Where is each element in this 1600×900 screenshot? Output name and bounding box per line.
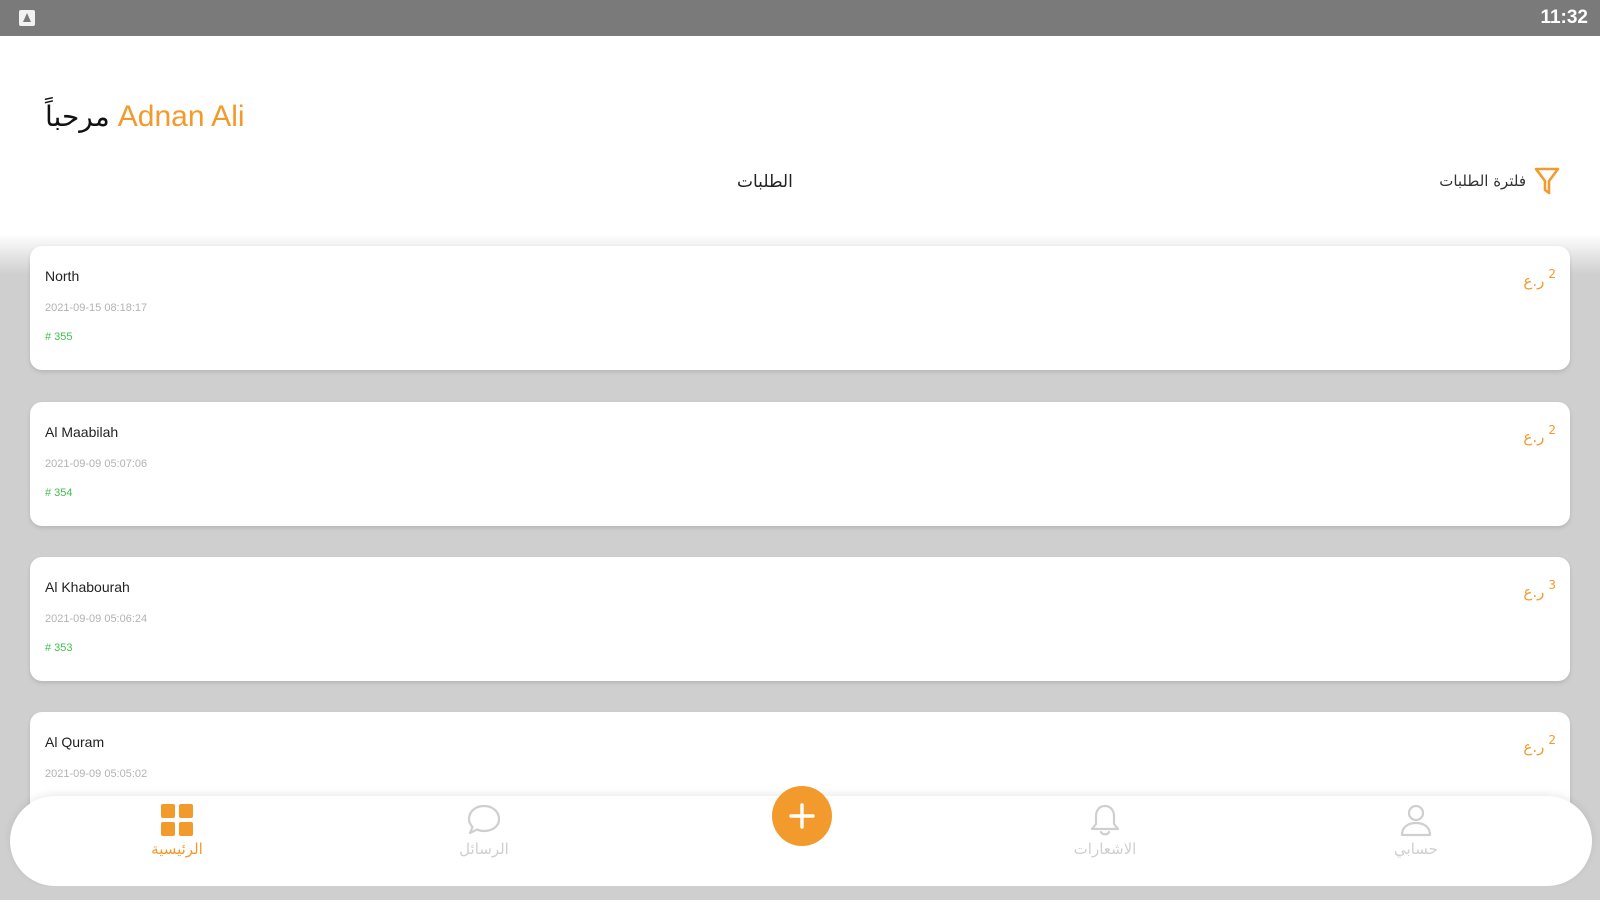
plus-icon — [789, 803, 815, 829]
app-notification-icon — [19, 10, 35, 26]
order-count: ر.ع 3 — [1523, 579, 1556, 601]
chat-bubble-icon — [467, 804, 501, 835]
order-card[interactable]: Al Khabourah 2021-09-09 05:06:24 # 353 ر… — [30, 557, 1570, 681]
greeting: مرحباً Adnan Ali — [45, 100, 245, 134]
bell-icon — [1090, 804, 1120, 836]
user-icon — [1400, 804, 1432, 837]
order-title: Al Quram — [45, 734, 105, 750]
order-date: 2021-09-09 05:07:06 — [45, 458, 148, 470]
status-bar: 11:32 — [0, 0, 1600, 36]
filter-orders-button[interactable]: فلترة الطلبات — [1439, 166, 1560, 196]
nav-home[interactable]: الرئيسية — [117, 802, 237, 878]
order-number: # 355 — [45, 331, 73, 343]
header: مرحباً Adnan Ali الطلبات فلترة الطلبات — [0, 36, 1600, 234]
system-bottom-strip — [0, 886, 1600, 900]
order-number: # 353 — [45, 642, 73, 654]
bottom-nav: الرئيسية الرسائل الاشعارات حسابي — [10, 786, 1592, 886]
filter-icon — [1534, 167, 1560, 195]
order-date: 2021-09-09 05:05:02 — [45, 768, 148, 780]
order-title: Al Maabilah — [45, 424, 119, 440]
nav-messages[interactable]: الرسائل — [424, 802, 544, 878]
order-count-unit: ر.ع — [1523, 272, 1545, 290]
order-count-unit: ر.ع — [1523, 583, 1545, 601]
add-button[interactable] — [772, 786, 832, 846]
nav-notifications-label: الاشعارات — [1073, 840, 1137, 858]
order-date: 2021-09-15 08:18:17 — [45, 302, 148, 314]
order-count-value: 3 — [1548, 578, 1556, 592]
nav-account-label: حسابي — [1394, 840, 1438, 858]
order-count-unit: ر.ع — [1523, 738, 1545, 756]
order-date: 2021-09-09 05:06:24 — [45, 613, 148, 625]
filter-orders-label: فلترة الطلبات — [1439, 172, 1526, 190]
user-name: Adnan Ali — [117, 100, 245, 133]
order-count: ر.ع 2 — [1523, 734, 1556, 756]
order-number: # 354 — [45, 487, 73, 499]
nav-account[interactable]: حسابي — [1356, 802, 1476, 878]
tab-orders[interactable]: الطلبات — [737, 172, 793, 192]
order-count-value: 2 — [1548, 733, 1556, 747]
order-count: ر.ع 2 — [1523, 268, 1556, 290]
order-count-value: 2 — [1548, 267, 1556, 281]
order-title: Al Khabourah — [45, 579, 130, 595]
order-count-unit: ر.ع — [1523, 428, 1545, 446]
nav-notifications[interactable]: الاشعارات — [1045, 802, 1165, 878]
greeting-word: مرحباً — [45, 100, 110, 133]
order-card[interactable]: North 2021-09-15 08:18:17 # 355 ر.ع 2 — [30, 246, 1570, 370]
grid-icon — [161, 804, 193, 836]
nav-home-label: الرئيسية — [151, 840, 203, 858]
nav-messages-label: الرسائل — [459, 840, 509, 858]
status-time: 11:32 — [1540, 7, 1588, 28]
order-count: ر.ع 2 — [1523, 424, 1556, 446]
order-title: North — [45, 268, 80, 284]
order-count-value: 2 — [1548, 423, 1556, 437]
order-card[interactable]: Al Maabilah 2021-09-09 05:07:06 # 354 ر.… — [30, 402, 1570, 526]
